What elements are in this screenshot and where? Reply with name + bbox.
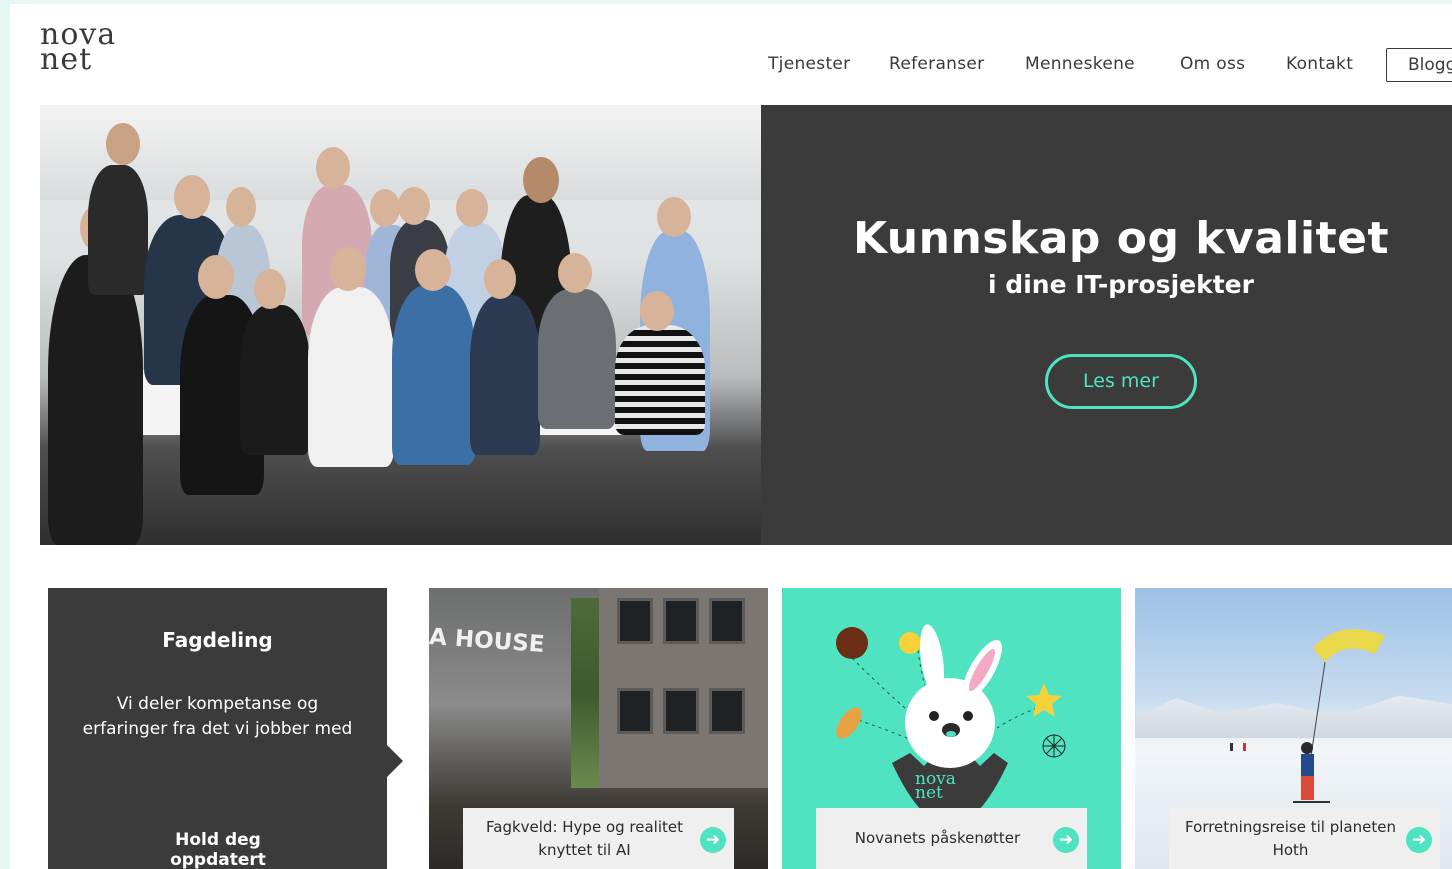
hero-title: Kunnskap og kvalitet	[852, 213, 1389, 264]
fagdeling-title: Fagdeling	[162, 628, 273, 652]
window	[663, 688, 699, 734]
nav-blog-button[interactable]: Blogg	[1386, 48, 1452, 82]
person-figure	[88, 165, 148, 295]
les-mer-button[interactable]: Les mer	[1045, 354, 1197, 409]
spiderweb-icon	[1042, 734, 1066, 758]
person-head	[657, 197, 691, 237]
person-head	[106, 123, 140, 165]
article-card-hoth[interactable]: Forretningsreise til planeten Hoth ➜	[1135, 588, 1452, 869]
nav-item-om-oss[interactable]: Om oss	[1180, 54, 1245, 74]
nav-item-kontakt[interactable]: Kontakt	[1286, 54, 1353, 74]
card-title: Novanets påskenøtter	[854, 829, 1021, 847]
person-head	[398, 187, 430, 225]
chestnut-icon	[836, 627, 868, 659]
bunny-eye	[963, 711, 973, 721]
person-head	[640, 291, 674, 331]
egg-logo: nova net	[915, 771, 956, 802]
hero-subtitle: i dine IT-prosjekter	[988, 270, 1254, 299]
bunny-tongue	[946, 731, 956, 737]
arrow-right-icon[interactable]: ➜	[1053, 827, 1079, 853]
arrow-right-icon[interactable]: ➜	[700, 827, 726, 853]
person-head	[484, 259, 516, 299]
person-figure	[240, 305, 310, 455]
window	[709, 688, 745, 734]
kite-line	[1310, 661, 1326, 757]
person-figure	[615, 325, 705, 435]
person-head	[174, 175, 210, 219]
fagdeling-text: Vi deler kompetanse og erfaringer fra de…	[82, 694, 353, 739]
window	[663, 598, 699, 644]
main-nav: Tjenester Referanser Menneskene Om oss K…	[10, 48, 1452, 82]
window	[617, 598, 653, 644]
person-head	[415, 249, 451, 291]
card-title: Forretningsreise til planeten Hoth	[1185, 818, 1396, 859]
hero-photo-ceiling	[40, 105, 761, 200]
person-head	[226, 187, 256, 227]
green-wall	[571, 598, 599, 788]
card-label: Fagkveld: Hype og realitet knyttet til A…	[463, 808, 734, 869]
page: nova net Tjenester Referanser Menneskene…	[10, 4, 1452, 869]
bunny-head	[905, 678, 995, 768]
skier-jacket	[1301, 754, 1314, 776]
person-head	[316, 147, 350, 189]
card-label: Novanets påskenøtter ➜	[816, 808, 1087, 869]
window	[709, 598, 745, 644]
bunny-eye	[929, 711, 939, 721]
arrow-right-icon[interactable]: ➜	[1406, 827, 1432, 853]
nav-item-tjenester[interactable]: Tjenester	[768, 54, 850, 74]
person-head	[558, 253, 592, 293]
nav-item-referanser[interactable]: Referanser	[889, 54, 984, 74]
person-figure	[538, 289, 616, 429]
kite	[1313, 629, 1385, 662]
hero-panel: Kunnskap og kvalitet i dine IT-prosjekte…	[761, 105, 1452, 545]
person-figure	[308, 287, 394, 467]
card-label: Forretningsreise til planeten Hoth ➜	[1169, 808, 1440, 869]
fagdeling-card: Fagdeling Vi deler kompetanse og erfarin…	[48, 588, 403, 869]
hold-deg-oppdatert-link[interactable]: Hold deg oppdatert	[136, 830, 300, 869]
person-head	[370, 189, 400, 227]
nav-item-menneskene[interactable]: Menneskene	[1025, 54, 1135, 74]
hero-team-photo	[40, 105, 761, 545]
skier-head	[1301, 742, 1313, 754]
article-card-fagkveld[interactable]: A HOUSE Fagkveld: Hype og realitet knytt…	[429, 588, 768, 869]
person-head	[254, 269, 286, 309]
person-figure	[392, 285, 476, 465]
skier-pants	[1301, 776, 1314, 800]
person-figure	[48, 255, 143, 545]
article-card-paskenotter[interactable]: nova net Novanets påskenøtter ➜	[782, 588, 1121, 869]
window	[617, 688, 653, 734]
peanut-icon	[836, 707, 862, 739]
person-head	[523, 157, 559, 203]
person-head	[330, 247, 366, 291]
house-sign: A HOUSE	[429, 624, 546, 658]
person-head	[456, 189, 488, 227]
person-head	[198, 255, 234, 299]
distant-skier	[1243, 743, 1246, 751]
card-title: Fagkveld: Hype og realitet knyttet til A…	[486, 818, 683, 859]
chick-icon	[899, 632, 921, 654]
star-icon	[1026, 683, 1062, 717]
distant-skier	[1230, 743, 1233, 751]
person-figure	[470, 295, 540, 455]
